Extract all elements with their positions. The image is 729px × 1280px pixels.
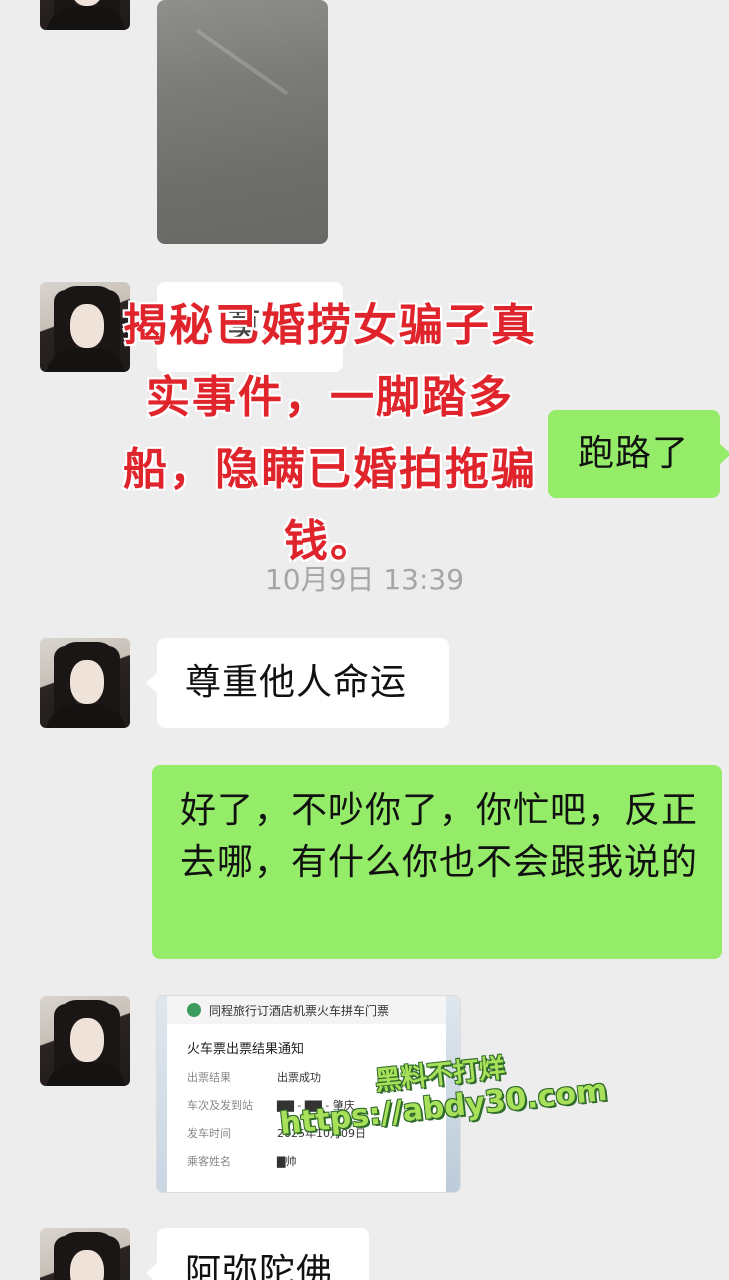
ticket-header: 同程旅行订酒店机票火车拼车门票 bbox=[209, 1003, 390, 1018]
overlay-line: 钱。 bbox=[284, 516, 376, 567]
overlay-line: 实事件，一脚踏多 bbox=[146, 372, 514, 423]
message-bubble[interactable]: 好了，不吵你了，你忙吧，反正去哪，有什么你也不会跟我说的 bbox=[152, 765, 722, 959]
overlay-line: 船，隐瞒已婚拍拖骗 bbox=[123, 444, 537, 495]
avatar[interactable] bbox=[40, 638, 130, 728]
ticket-title: 火车票出票结果通知 bbox=[187, 1042, 305, 1057]
ticket-row: 乘客姓名 ▇帅 bbox=[187, 1155, 297, 1168]
message-text: 尊重他人命运 bbox=[185, 662, 408, 703]
tongcheng-logo-icon bbox=[187, 1003, 201, 1017]
avatar[interactable] bbox=[40, 0, 130, 30]
message-text: 阿弥陀佛 bbox=[185, 1252, 334, 1280]
avatar[interactable] bbox=[40, 1228, 130, 1280]
message-text: 好了，不吵你了，你忙吧，反正去哪，有什么你也不会跟我说的 bbox=[180, 790, 699, 883]
message-bubble[interactable]: 阿弥陀佛 bbox=[157, 1228, 369, 1280]
image-message[interactable] bbox=[157, 0, 328, 244]
avatar[interactable] bbox=[40, 996, 130, 1086]
overlay-line: 揭秘已婚捞女骗子真 bbox=[123, 300, 537, 351]
message-bubble[interactable]: 尊重他人命运 bbox=[157, 638, 449, 728]
overlay-caption: 揭秘已婚捞女骗子真 实事件，一脚踏多 船，隐瞒已婚拍拖骗 钱。 bbox=[60, 290, 600, 578]
